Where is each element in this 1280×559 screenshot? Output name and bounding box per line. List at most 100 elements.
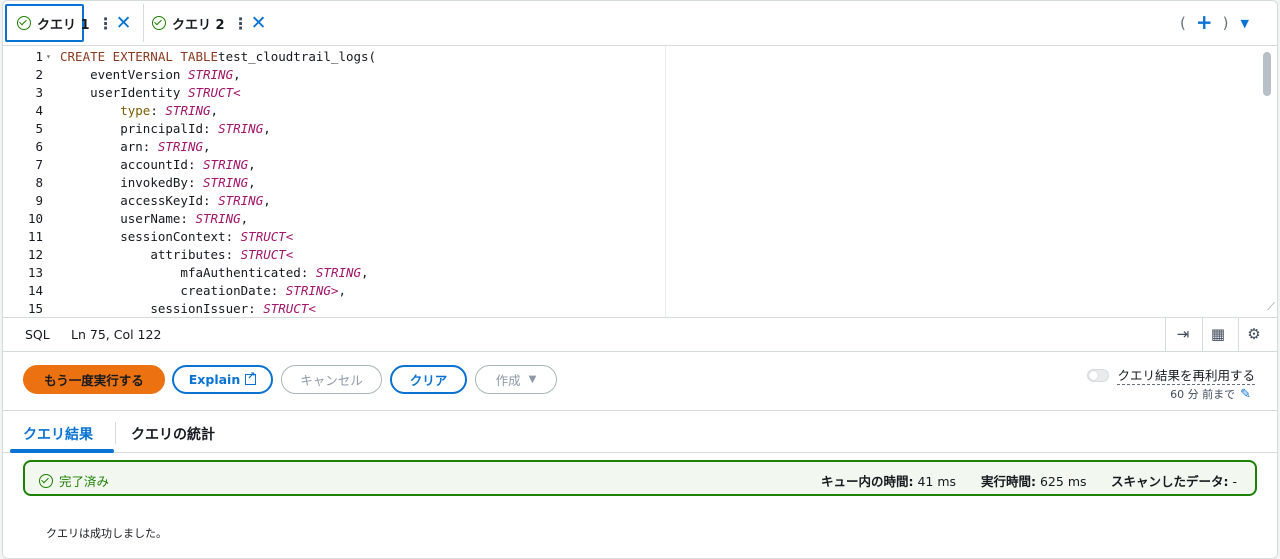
- tab-query-1[interactable]: クエリ 1 ⋮ ✕: [5, 4, 141, 42]
- code-token: ,: [263, 121, 271, 136]
- resize-handle-icon[interactable]: ⟋: [1267, 300, 1275, 314]
- code-token: ,: [338, 283, 346, 298]
- fold-toggle-icon[interactable]: ▾: [46, 48, 51, 66]
- code-line: 11 sessionContext: STRUCT<: [3, 228, 663, 246]
- line-number: 11: [27, 229, 43, 244]
- type-token: STRING: [187, 67, 234, 82]
- clear-button[interactable]: クリア: [390, 365, 467, 394]
- code-line: 10 userName: STRING,: [3, 210, 663, 228]
- tab-query-stats[interactable]: クエリの統計: [131, 424, 215, 444]
- vertical-scrollbar[interactable]: [1263, 52, 1271, 96]
- line-number: 9: [35, 193, 43, 208]
- close-paren: ): [1222, 14, 1229, 32]
- line-number: 10: [27, 211, 43, 226]
- toggle-switch[interactable]: [1087, 368, 1110, 382]
- line-number: 3: [35, 85, 43, 100]
- cursor-position: Ln 75, Col 122: [71, 327, 162, 342]
- code-text: accessKeyId: STRING,: [60, 192, 271, 210]
- type-token: STRING: [315, 265, 362, 280]
- success-message: クエリは成功しました。: [46, 527, 167, 540]
- cancel-label: キャンセル: [300, 373, 363, 388]
- check-circle-icon: [152, 16, 166, 30]
- type-token: STRING: [203, 157, 249, 172]
- active-tab-underline: [10, 449, 114, 453]
- close-icon[interactable]: ✕: [251, 13, 267, 33]
- query-editor-panel: クエリ 1 ⋮ ✕ クエリ 2 ⋮ ✕ ( + ) ▼ 1 ▾ CREATE EXT…: [2, 0, 1278, 559]
- line-number: 1: [35, 49, 43, 64]
- code-line: 12 attributes: STRUCT<: [3, 246, 663, 264]
- line-number: 5: [35, 121, 43, 136]
- code-token: mfaAuthenticated:: [180, 265, 316, 280]
- keyword-token: CREATE EXTERNAL TABLE: [60, 49, 219, 64]
- code-line: 3 userIdentity STRUCT<: [3, 84, 663, 102]
- run-again-button[interactable]: もう一度実行する: [23, 365, 165, 394]
- code-line: 1 ▾ CREATE EXTERNAL TABLEtest_cloudtrail_l…: [3, 48, 663, 66]
- data-scanned-value: -: [1232, 474, 1237, 489]
- code-line: 8 invokedBy: STRING,: [3, 174, 663, 192]
- code-token: arn:: [120, 139, 158, 154]
- query-status-panel: 完了済み キュー内の時間: 41 ms 実行時間: 625 ms スキャンしたデ…: [23, 460, 1257, 496]
- reuse-window-label: 60 分 前まで: [1170, 388, 1236, 401]
- format-indent-icon[interactable]: ⇥: [1174, 325, 1192, 343]
- code-line: 5 principalId: STRING,: [3, 120, 663, 138]
- code-text: attributes: STRUCT<: [60, 246, 293, 264]
- explain-button[interactable]: Explain: [172, 365, 273, 394]
- code-line: 4 type: STRING,: [3, 102, 663, 120]
- type-token: STRING: [195, 211, 241, 226]
- tab-query-results[interactable]: クエリ結果: [23, 424, 93, 444]
- sql-code-editor[interactable]: 1 ▾ CREATE EXTERNAL TABLEtest_cloudtrail_l…: [3, 46, 1277, 318]
- type-token: STRING>: [285, 283, 339, 298]
- type-token: STRING: [203, 175, 249, 190]
- more-options-icon[interactable]: ⋮: [98, 14, 114, 33]
- code-text: mfaAuthenticated: STRING,: [60, 264, 368, 282]
- more-options-icon[interactable]: ⋮: [233, 14, 249, 33]
- code-text: sessionContext: STRUCT<: [60, 228, 293, 246]
- code-text: invokedBy: STRING,: [60, 174, 256, 192]
- settings-gear-icon[interactable]: ⚙: [1245, 325, 1263, 343]
- keyboard-icon[interactable]: ▦: [1209, 325, 1227, 343]
- status-text: 完了済み: [59, 474, 110, 489]
- code-token: userName:: [120, 211, 196, 226]
- code-token: accountId:: [120, 157, 204, 172]
- caret-down-icon[interactable]: ▼: [1241, 17, 1249, 30]
- queue-time-value: 41 ms: [917, 474, 957, 489]
- explain-label: Explain: [188, 372, 241, 387]
- code-token: principalId:: [120, 121, 219, 136]
- edit-pencil-icon[interactable]: ✎: [1240, 387, 1251, 402]
- query-tabs-bar: クエリ 1 ⋮ ✕ クエリ 2 ⋮ ✕ ( + ) ▼: [3, 1, 1277, 46]
- create-button[interactable]: 作成 ▼: [475, 365, 557, 394]
- create-label: 作成: [495, 373, 521, 388]
- data-scanned-label: スキャンしたデータ:: [1111, 474, 1229, 489]
- add-tab-icon[interactable]: +: [1196, 12, 1213, 32]
- code-token: sessionIssuer:: [150, 301, 264, 316]
- type-token: STRING: [165, 103, 211, 118]
- close-icon[interactable]: ✕: [116, 13, 132, 33]
- divider: [1238, 318, 1239, 352]
- code-token: ,: [233, 67, 241, 82]
- type-token: STRUCT<: [263, 301, 316, 316]
- code-line: 2 eventVersion STRING,: [3, 66, 663, 84]
- reuse-results-label: クエリ結果を再利用する: [1117, 365, 1255, 385]
- tab-query-2[interactable]: クエリ 2 ⋮ ✕: [143, 4, 273, 42]
- type-token: STRUCT<: [187, 85, 241, 100]
- code-line: 7 accountId: STRING,: [3, 156, 663, 174]
- code-token: ,: [248, 175, 256, 190]
- code-token: accessKeyId:: [120, 193, 219, 208]
- code-line: 13 mfaAuthenticated: STRING,: [3, 264, 663, 282]
- cancel-button[interactable]: キャンセル: [281, 365, 382, 394]
- external-link-icon: [245, 371, 257, 385]
- line-number: 7: [35, 157, 43, 172]
- code-token: ,: [240, 211, 249, 226]
- reuse-results-toggle[interactable]: クエリ結果を再利用する: [1087, 365, 1255, 385]
- line-number: 4: [35, 103, 43, 118]
- code-token: sessionContext:: [120, 229, 241, 244]
